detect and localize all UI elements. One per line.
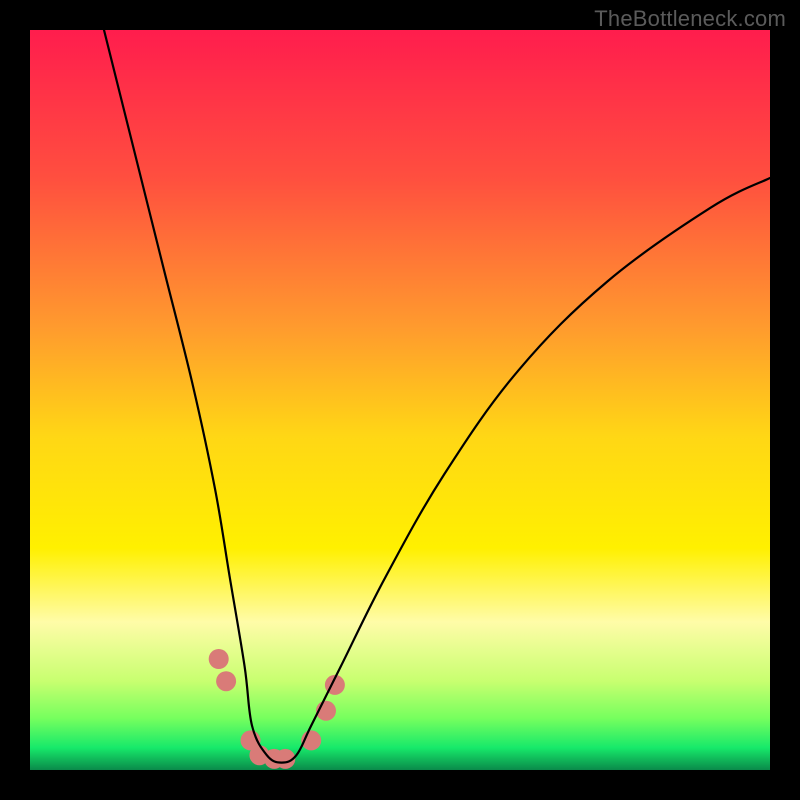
chart-frame: TheBottleneck.com [0,0,800,800]
plot-area [30,30,770,770]
marker-layer [209,649,345,769]
bottleneck-curve [104,30,770,763]
chart-svg [30,30,770,770]
marker-dot [216,671,236,691]
watermark-text: TheBottleneck.com [594,6,786,32]
marker-dot [209,649,229,669]
